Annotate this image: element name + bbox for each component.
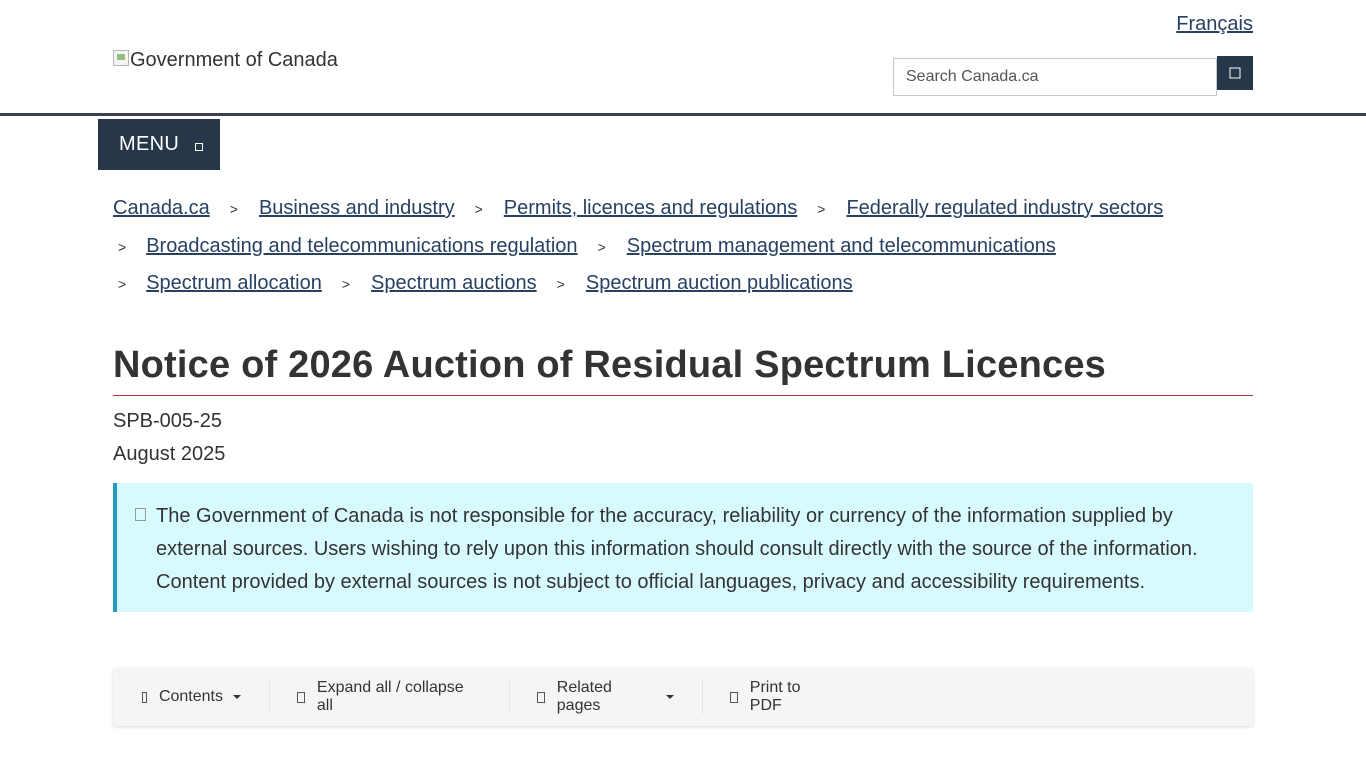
language-toggle-link[interactable]: Français [1176,13,1253,36]
menu-button[interactable]: MENU [98,119,220,170]
toolbar-label: Print to PDF [749,679,801,714]
breadcrumb-separator: > [817,201,826,217]
breadcrumb-row: > Broadcasting and telecommunications re… [113,228,1253,266]
breadcrumb-link[interactable]: Canada.ca [113,190,210,227]
breadcrumb-separator: > [118,276,127,292]
expand-collapse-button[interactable]: Expand all / collapse all [269,668,509,726]
document-number: SPB-005-25 [113,410,222,432]
search-input[interactable]: Search Canada.ca [893,58,1217,96]
page-title: Notice of 2026 Auction of Residual Spect… [113,344,1253,396]
info-icon [135,508,146,521]
breadcrumb-link[interactable]: Permits, licences and regulations [504,190,797,227]
caret-down-icon [233,695,241,699]
broken-image-icon [113,50,129,66]
breadcrumb-separator: > [118,238,127,255]
breadcrumb-separator: > [474,201,483,217]
site-header: Français Government of Canada Search Can… [0,0,1366,116]
page-toolbar: Contents Expand all / collapse all Relat… [113,668,1253,726]
publication-date: August 2025 [113,443,226,465]
breadcrumb-link[interactable]: Broadcasting and telecommunications regu… [146,228,577,265]
print-to-pdf-button[interactable]: Print to PDF [702,668,862,726]
search-button[interactable] [1217,56,1253,90]
breadcrumb-separator: > [556,276,565,292]
breadcrumb-separator: > [341,276,351,292]
breadcrumb-link[interactable]: Spectrum auctions [371,265,537,302]
toolbar-label: Expand all / collapse all [316,679,464,714]
list-icon [142,691,147,703]
contents-dropdown[interactable]: Contents [113,668,269,726]
logo-alt-text: Government of Canada [130,49,338,71]
toolbar-label: Related pages [556,679,612,714]
breadcrumb-link[interactable]: Business and industry [259,190,455,227]
expand-icon [297,691,305,703]
search-form: Search Canada.ca [893,56,1253,96]
toolbar-label: Contents [158,688,223,705]
notice-text: The Government of Canada is not responsi… [156,505,1198,593]
breadcrumb-link[interactable]: Spectrum management and telecommunicatio… [627,228,1056,265]
breadcrumb-link[interactable]: Federally regulated industry sectors [846,190,1163,227]
menu-label: MENU [119,133,180,155]
external-content-notice: The Government of Canada is not responsi… [113,483,1253,612]
caret-down-icon [666,695,674,699]
breadcrumb-separator: > [597,238,606,255]
search-icon [1229,67,1241,79]
breadcrumb-row: > Spectrum allocation > Spectrum auction… [113,265,1253,303]
link-icon [537,691,545,703]
breadcrumb: Canada.ca > Business and industry > Perm… [113,190,1253,303]
breadcrumb-separator: > [229,201,238,217]
breadcrumb-row: Canada.ca > Business and industry > Perm… [113,190,1253,228]
file-icon [730,691,738,703]
breadcrumb-link[interactable]: Spectrum allocation [146,265,322,302]
breadcrumb-link[interactable]: Spectrum auction publications [586,265,853,302]
related-pages-dropdown[interactable]: Related pages [509,668,702,726]
chevron-down-icon [195,143,204,151]
government-of-canada-logo[interactable]: Government of Canada [113,49,338,72]
